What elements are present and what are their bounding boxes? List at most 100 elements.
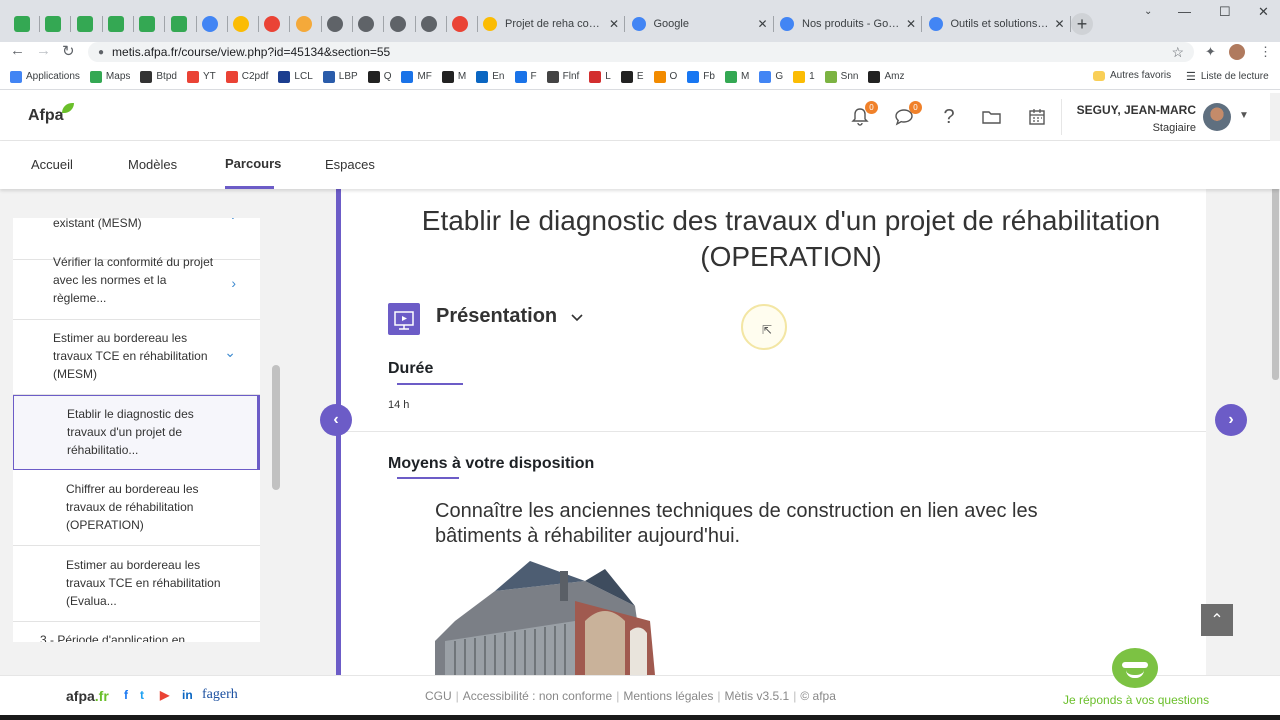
sidebar-item[interactable]: 3 - Période d'application en: [13, 622, 260, 642]
bookmark-star-icon[interactable]: ☆: [1171, 44, 1184, 61]
bookmark-item[interactable]: MF: [401, 70, 432, 83]
bookmark-label: E: [636, 71, 644, 82]
page-scrollbar[interactable]: [1272, 175, 1279, 380]
pinned-tab[interactable]: [72, 12, 98, 36]
bookmark-item[interactable]: M: [441, 70, 466, 83]
bookmark-item[interactable]: Amz: [868, 70, 904, 83]
bookmark-item[interactable]: E: [620, 70, 644, 83]
user-menu[interactable]: SEGUY, JEAN-MARC Stagiaire: [1077, 103, 1196, 134]
other-bookmarks[interactable]: Autres favoris: [1093, 70, 1171, 81]
pinned-tab[interactable]: [322, 12, 348, 36]
profile-avatar-icon[interactable]: [1229, 44, 1245, 60]
pinned-tab[interactable]: [447, 12, 473, 36]
sidebar-item[interactable]: Estimer au bordereau les travaux TCE en …: [13, 546, 260, 622]
bookmark-item[interactable]: Snn: [824, 70, 858, 83]
back-arrow-icon[interactable]: ←: [10, 42, 25, 59]
close-tab-icon[interactable]: ✕: [906, 17, 916, 31]
bookmark-favicon-icon: [476, 70, 489, 83]
browser-tab[interactable]: Nos produits - Google ✕: [774, 12, 922, 36]
maximize-button[interactable]: ☐: [1219, 4, 1231, 20]
notifications-button[interactable]: 0: [848, 101, 878, 129]
files-button[interactable]: [980, 105, 1004, 129]
bookmark-label: Maps: [105, 71, 131, 82]
tab-search-icon[interactable]: ⌄: [1144, 6, 1152, 17]
bookmark-item[interactable]: Fb: [687, 70, 715, 83]
pinned-tab[interactable]: [385, 12, 411, 36]
bookmark-item[interactable]: M: [724, 70, 749, 83]
pinned-tab[interactable]: [166, 12, 192, 36]
bookmark-item[interactable]: Applications: [10, 70, 80, 83]
pinned-tab[interactable]: [134, 12, 160, 36]
bookmark-item[interactable]: LBP: [322, 70, 358, 83]
url-bar[interactable]: ● metis.afpa.fr/course/view.php?id=45134…: [88, 42, 1194, 62]
pinned-tab[interactable]: [353, 12, 379, 36]
new-tab-button[interactable]: +: [1071, 13, 1093, 35]
footer-link-legal[interactable]: Mentions légales: [623, 689, 713, 703]
pinned-tab[interactable]: [291, 12, 317, 36]
bookmark-item[interactable]: F: [514, 70, 537, 83]
bookmark-item[interactable]: Q: [367, 70, 391, 83]
fagerh-logo[interactable]: fagerh: [202, 687, 238, 703]
forward-arrow-icon[interactable]: →: [36, 42, 51, 59]
bookmark-item[interactable]: En: [476, 70, 505, 83]
browser-tab[interactable]: Outils et solutions d'a ✕: [923, 12, 1071, 36]
previous-section-button[interactable]: ‹: [320, 404, 352, 436]
pinned-tab[interactable]: [228, 12, 254, 36]
reading-list[interactable]: ☰ Liste de lecture: [1186, 70, 1269, 83]
bookmark-item[interactable]: 1: [793, 70, 815, 83]
footer-afpa-logo[interactable]: afpa.fr: [66, 688, 109, 704]
chatbot-mascot-icon[interactable]: [1112, 648, 1158, 688]
bookmark-item[interactable]: C2pdf: [225, 70, 268, 83]
sidebar-scrollbar[interactable]: [272, 365, 280, 490]
bookmark-item[interactable]: O: [653, 70, 677, 83]
pinned-tab[interactable]: [259, 12, 285, 36]
reload-icon[interactable]: ↻: [62, 42, 75, 60]
close-window-button[interactable]: ✕: [1258, 4, 1269, 20]
sidebar-item[interactable]: Vérifier la conformité du projet avec le…: [13, 255, 260, 320]
help-button[interactable]: ?: [937, 105, 961, 129]
minimize-button[interactable]: —: [1178, 4, 1191, 19]
afpa-logo[interactable]: Afpa: [28, 103, 74, 125]
youtube-icon[interactable]: ▶: [160, 688, 169, 702]
user-menu-caret-icon[interactable]: ▼: [1239, 110, 1249, 121]
browser-tab[interactable]: Google ✕: [626, 12, 774, 36]
bookmark-item[interactable]: LCL: [278, 70, 313, 83]
bookmark-item[interactable]: YT: [186, 70, 216, 83]
chatbot-label[interactable]: Je réponds à vos questions: [1063, 693, 1209, 707]
nav-espaces[interactable]: Espaces: [325, 157, 375, 172]
pinned-tab[interactable]: [9, 12, 35, 36]
pinned-tab[interactable]: [416, 12, 442, 36]
messages-button[interactable]: 0: [892, 101, 922, 129]
nav-parcours[interactable]: Parcours: [225, 156, 281, 171]
bookmark-item[interactable]: G: [759, 70, 783, 83]
linkedin-icon[interactable]: in: [182, 688, 193, 702]
footer-link-accessibility[interactable]: Accessibilité : non conforme: [463, 689, 612, 703]
bookmark-item[interactable]: Maps: [89, 70, 131, 83]
bookmark-item[interactable]: Btpd: [140, 70, 177, 83]
chevron-down-icon[interactable]: [571, 309, 583, 325]
browser-tab[interactable]: Projet de reha consign ✕: [477, 12, 625, 36]
calendar-button[interactable]: [1025, 105, 1049, 129]
next-section-button[interactable]: ›: [1215, 404, 1247, 436]
nav-modeles[interactable]: Modèles: [128, 157, 177, 172]
extensions-icon[interactable]: ✦: [1205, 44, 1216, 60]
user-avatar[interactable]: [1203, 103, 1231, 131]
browser-menu-icon[interactable]: ⋮: [1259, 44, 1272, 60]
bookmark-item[interactable]: L: [589, 70, 611, 83]
close-tab-icon[interactable]: ✕: [757, 17, 767, 31]
section-title[interactable]: Présentation: [436, 305, 557, 328]
close-tab-icon[interactable]: ✕: [1054, 17, 1064, 31]
pinned-tab[interactable]: [40, 12, 66, 36]
sidebar-item[interactable]: Estimer au bordereau les travaux TCE en …: [13, 320, 260, 395]
twitter-icon[interactable]: t: [140, 688, 144, 702]
sidebar-item[interactable]: Chiffrer au bordereau les travaux de réh…: [13, 470, 260, 546]
facebook-icon[interactable]: f: [124, 688, 128, 702]
sidebar-item-current[interactable]: Etablir le diagnostic des travaux d'un p…: [13, 395, 260, 470]
back-to-top-button[interactable]: ⌃: [1201, 604, 1233, 636]
bookmark-item[interactable]: Flnf: [546, 70, 579, 83]
pinned-tab[interactable]: [103, 12, 129, 36]
nav-accueil[interactable]: Accueil: [31, 157, 73, 172]
pinned-tab[interactable]: [197, 12, 223, 36]
footer-link-cgu[interactable]: CGU: [425, 689, 452, 703]
close-tab-icon[interactable]: ✕: [609, 17, 619, 31]
